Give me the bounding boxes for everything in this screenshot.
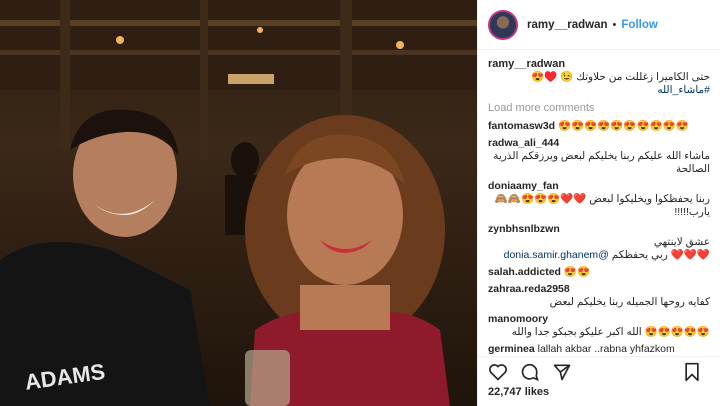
photo-illustration: ADAMS [0,0,477,406]
comment-text-tail: ❤️❤️❤️ ربي يحفظكم @donia.samir.ghanem [488,249,710,262]
comment-item: germinea lallah akbar ..rabna yhfazkom [488,343,710,356]
comment-item: zynbhsnlbzwn عشق لاينتهي ❤️❤️❤️ ربي يحفظ… [488,223,710,262]
post-photo[interactable]: ADAMS [0,0,477,406]
comment-mention-link[interactable]: @donia.samir.ghanem [504,249,609,261]
comment-username[interactable]: salah.addicted [488,266,561,278]
comment-item: fantomasw3d 😍😍😍😍😍😍😍😍😍😍 [488,120,710,133]
comment-username[interactable]: manomoory [488,313,710,326]
comment-item: zahraa.reda2958 كفايه روحها الجميله ربنا… [488,283,710,309]
instagram-post: ADAMS ramy__radwan • Follow ramy__radwan… [0,0,720,406]
follow-button[interactable]: Follow [621,19,657,31]
header-username[interactable]: ramy__radwan [527,19,608,31]
comment-text: lallah akbar ..rabna yhfazkom [537,343,675,355]
action-bar [478,356,720,386]
comment-username[interactable]: doniaamy_fan [488,180,710,193]
bookmark-icon[interactable] [680,360,704,384]
caption-hashtag[interactable]: #ماشاء_الله [488,84,710,96]
caption: ramy__radwan حتى الكاميرا زغللت من حلاوت… [488,58,710,96]
comment-username[interactable]: zahraa.reda2958 [488,283,710,296]
comment-text: عشق لاينتهي [653,236,710,248]
comment-text: 😍😍😍😍😍😍😍😍😍😍 [558,120,689,132]
comment-tail: ❤️❤️❤️ ربي يحفظكم [611,249,710,261]
comment-text: 😍😍 [563,266,591,278]
comment-text: 😍😍😍😍😍 الله اكبر عليكو بجبكو جدا والله [511,326,710,338]
comment-item: salah.addicted 😍😍 [488,266,710,279]
comment-username[interactable]: zynbhsnlbzwn [488,223,710,236]
heart-icon[interactable] [486,360,510,384]
comment-icon[interactable] [518,360,542,384]
comment-item: manomoory 😍😍😍😍😍 الله اكبر عليكو بجبكو جد… [488,313,710,339]
comment-item: radwa_ali_444 ماشاء الله عليكم ربنا يخلي… [488,137,710,176]
likes-count[interactable]: 22,747 likes [478,386,720,406]
caption-text: حتى الكاميرا زغللت من حلاوتك 😉 ♥️😍 [531,71,710,83]
post-header: ramy__radwan • Follow [478,0,720,50]
comment-username[interactable]: germinea [488,343,535,355]
comment-text: ماشاء الله عليكم ربنا يخليكم لبعض ويرزقك… [493,150,710,175]
load-more-comments-button[interactable]: Load more comments [488,102,710,114]
comment-item: doniaamy_fan ربنا يحفظكوا ويخليكوا لبعض … [488,180,710,219]
avatar[interactable] [488,9,518,40]
caption-username[interactable]: ramy__radwan [488,58,710,70]
comment-username[interactable]: fantomasw3d [488,120,555,132]
comment-text: كفايه روحها الجميله ربنا يخليكم لبعض [549,296,710,308]
header-separator: • [612,18,617,31]
comment-username[interactable]: radwa_ali_444 [488,137,710,150]
comment-text: ربنا يحفظكوا ويخليكوا لبعض ❤️❤️😍😍😍🙈🙈 يار… [494,193,710,218]
share-icon[interactable] [550,360,574,384]
comments-section: ramy__radwan حتى الكاميرا زغللت من حلاوت… [478,50,720,356]
post-sidebar: ramy__radwan • Follow ramy__radwan حتى ا… [477,0,720,406]
